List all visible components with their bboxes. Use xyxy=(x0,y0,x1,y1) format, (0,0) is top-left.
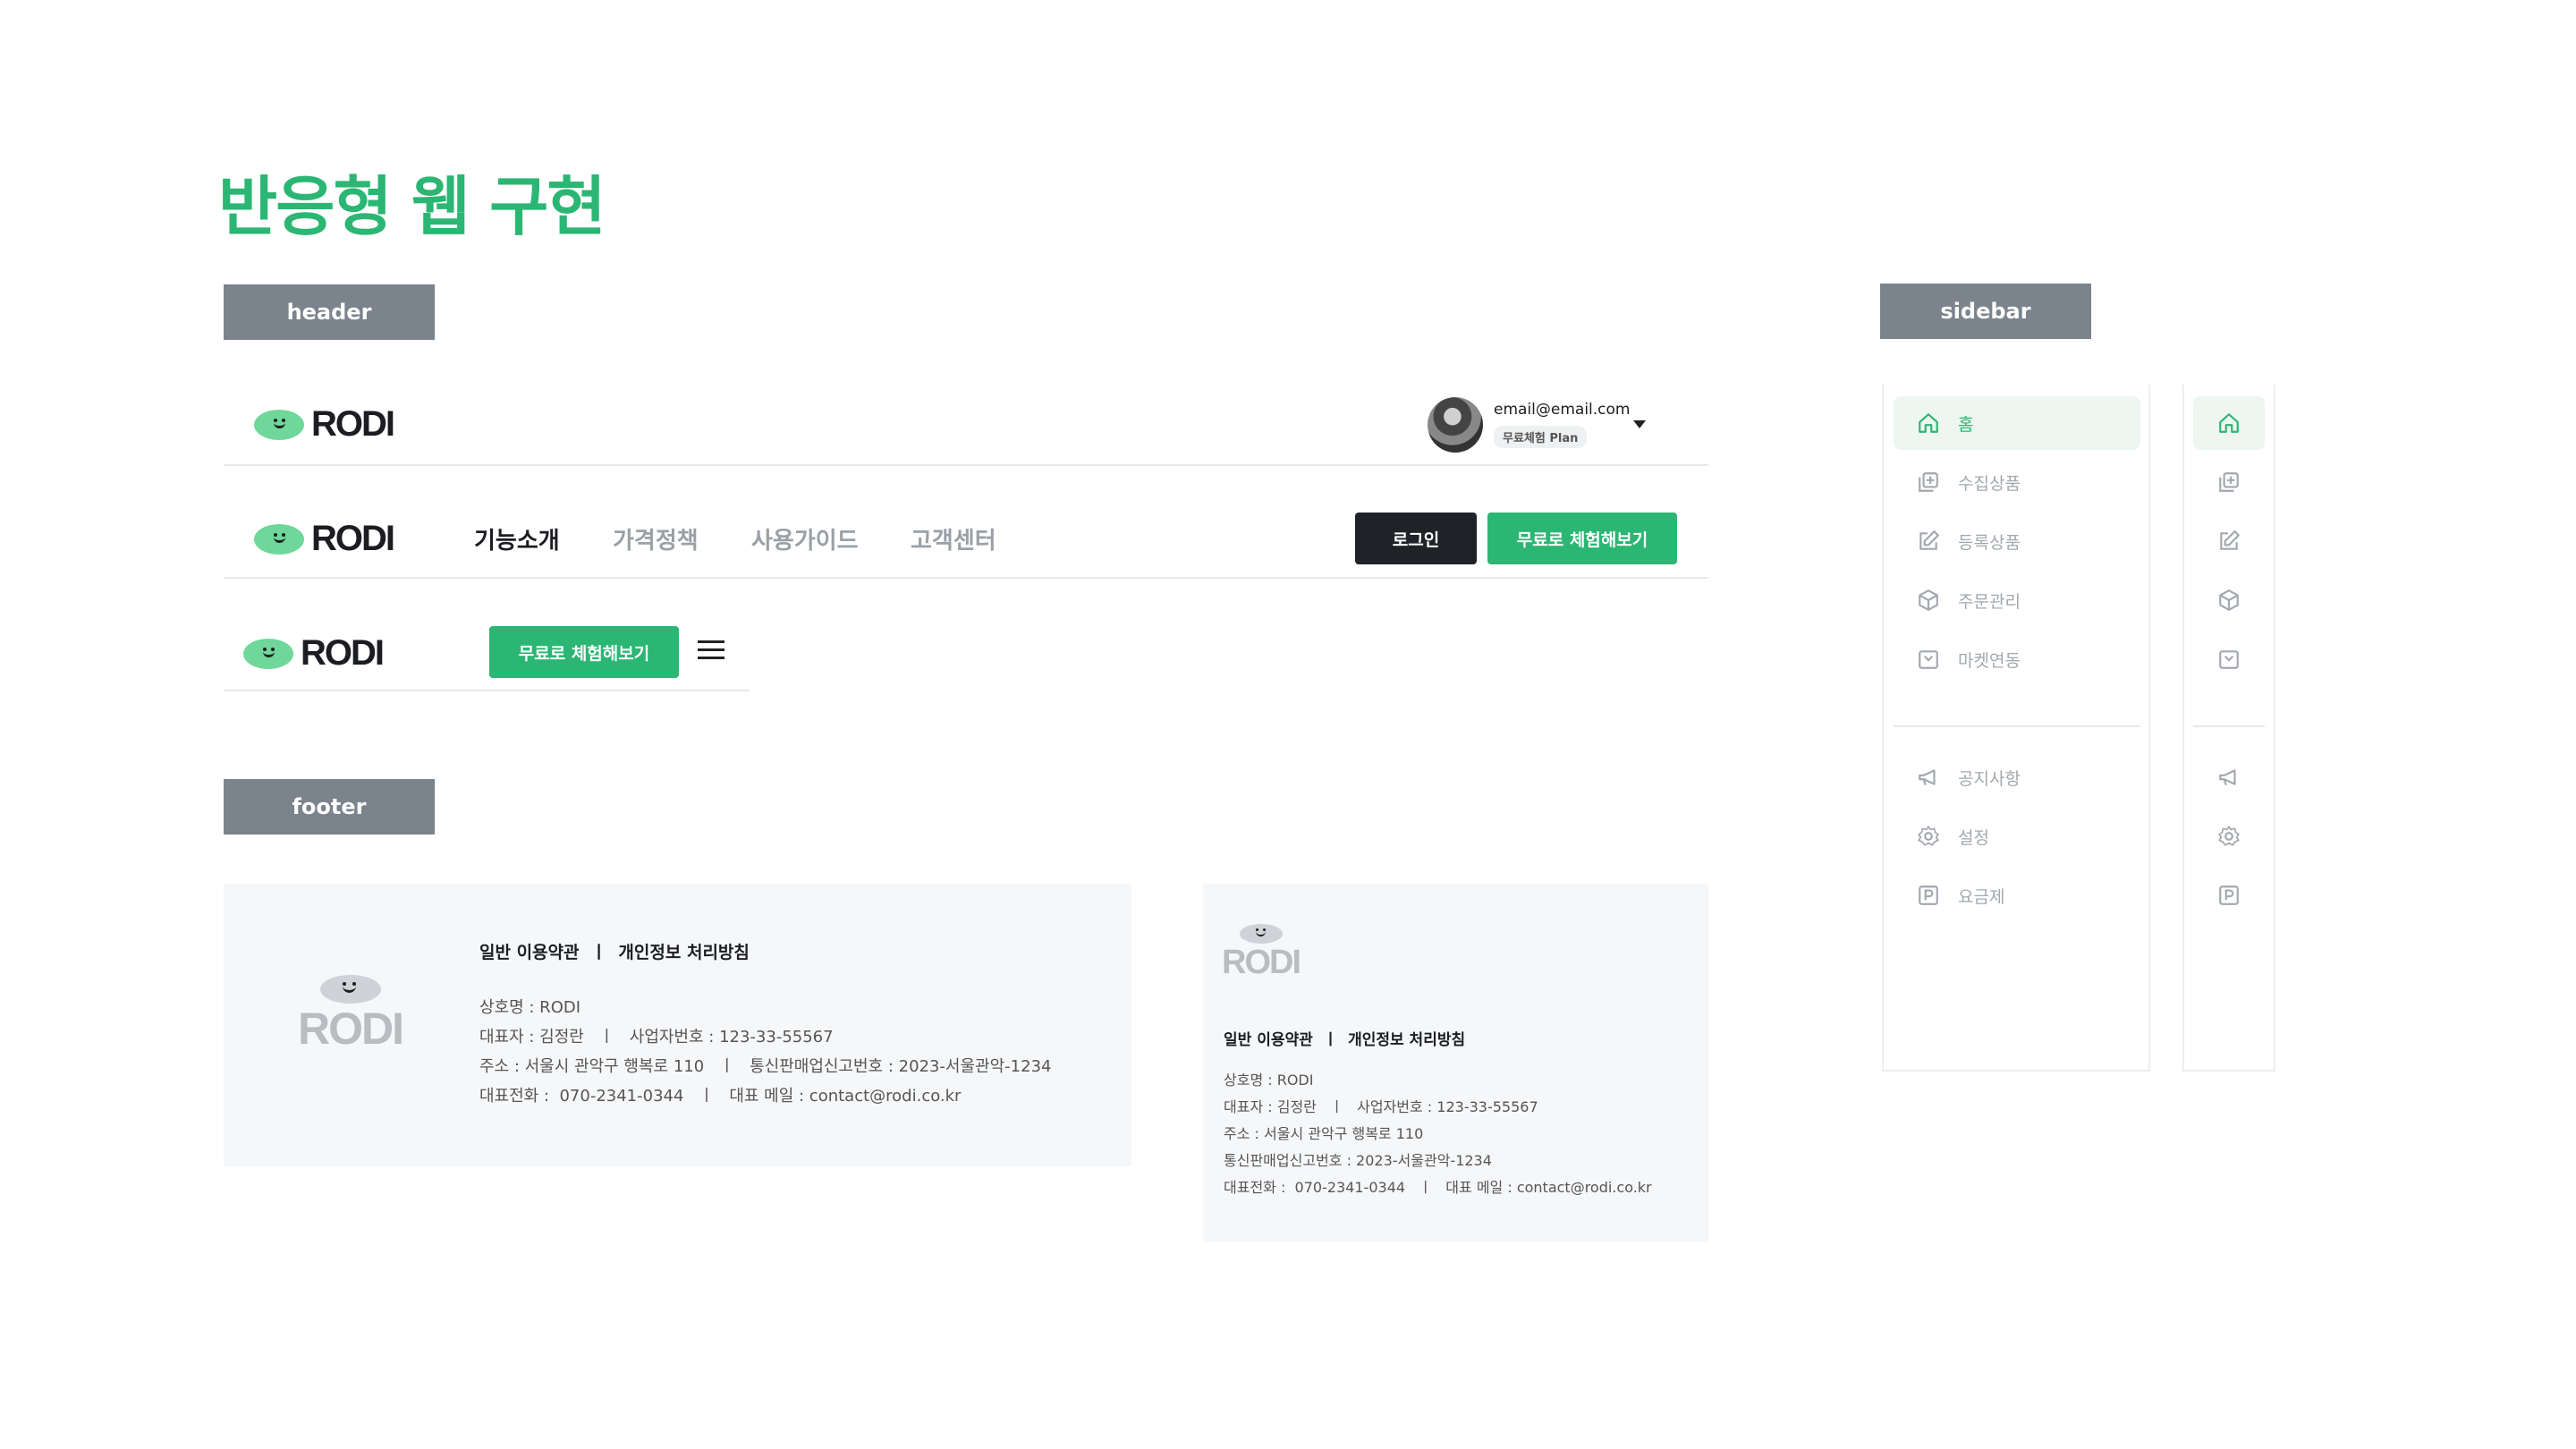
sidebar-item-label: 공지사항 xyxy=(1958,768,2021,789)
sidebar-icon-orders[interactable] xyxy=(2193,573,2265,627)
sidebar-icon-registered[interactable] xyxy=(2193,514,2265,568)
sidebar-item-label: 수집상품 xyxy=(1958,473,2021,494)
footer-line: 대표자 : 김정란 ㅣ 사업자번호 : 123-33-55567 xyxy=(479,1028,834,1046)
plan-icon xyxy=(1919,886,1938,905)
gear-icon xyxy=(2218,826,2240,846)
rodi-mascot-icon xyxy=(254,523,304,555)
home-icon xyxy=(1919,413,1938,433)
logo-text: RODI xyxy=(301,633,385,673)
user-info[interactable]: email@email.com 무료체험 Plan xyxy=(1494,401,1630,448)
market-icon xyxy=(1919,650,1938,669)
collect-icon xyxy=(2219,472,2239,492)
sidebar-icon-home[interactable] xyxy=(2193,396,2265,450)
sidebar-item-orders[interactable]: 주문관리 xyxy=(1894,573,2140,627)
footer-links[interactable]: 일반 이용약관 ㅣ 개인정보 처리방침 xyxy=(1224,1027,1465,1049)
logo-text: RODI xyxy=(298,1004,404,1054)
free-trial-button-mobile[interactable]: 무료로 체험해보기 xyxy=(489,626,679,678)
login-button[interactable]: 로그인 xyxy=(1355,513,1477,564)
nav-item-guide[interactable]: 사용가이드 xyxy=(751,522,859,555)
free-trial-button[interactable]: 무료로 체험해보기 xyxy=(1487,513,1677,564)
header-divider xyxy=(224,577,1708,579)
footer-section-label: footer xyxy=(224,779,435,835)
footer-logo: RODI xyxy=(298,975,404,1054)
box-icon xyxy=(1919,589,1938,611)
sidebar-item-label: 마켓연동 xyxy=(1958,650,2021,671)
sidebar-item-market[interactable]: 마켓연동 xyxy=(1894,632,2140,686)
plan-badge: 무료체험 Plan xyxy=(1494,426,1588,448)
sidebar-icon-collected[interactable] xyxy=(2193,455,2265,509)
rodi-logo[interactable]: RODI xyxy=(254,519,395,559)
sidebar-divider xyxy=(2193,725,2265,727)
chevron-down-icon[interactable] xyxy=(1633,420,1646,428)
sidebar-item-settings[interactable]: 설정 xyxy=(1894,809,2140,863)
footer-line: 주소 : 서울시 관악구 행복로 110 ㅣ 통신판매업신고번호 : 2023-… xyxy=(479,1057,1052,1076)
sidebar-menu: 홈 수집상품 등록상품 주문관리 마켓연동 공지사항 설정 요금제 xyxy=(1894,396,2140,922)
page-title: 반응형 웹 구현 xyxy=(218,169,606,244)
home-icon xyxy=(2219,413,2239,433)
footer-line: 대표전화 : 070-2341-0344 ㅣ 대표 메일 : contact@r… xyxy=(1224,1179,1652,1196)
logo-text: RODI xyxy=(311,404,395,444)
sidebar-collapsed-menu xyxy=(2193,396,2265,922)
nav-item-support[interactable]: 고객센터 xyxy=(911,522,996,555)
sidebar-item-label: 요금제 xyxy=(1958,886,2005,907)
footer-line: 주소 : 서울시 관악구 행복로 110 xyxy=(1224,1125,1424,1142)
sidebar-item-label: 설정 xyxy=(1958,827,1989,848)
footer-company-info: 상호명 : RODI 대표자 : 김정란 ㅣ 사업자번호 : 123-33-55… xyxy=(1224,1067,1652,1201)
footer-line: 상호명 : RODI xyxy=(479,998,581,1017)
gear-icon xyxy=(1918,826,1939,846)
edit-icon xyxy=(1919,530,1939,550)
avatar[interactable] xyxy=(1428,397,1483,453)
collect-icon xyxy=(1919,472,1938,492)
sidebar-divider xyxy=(1894,725,2140,727)
sidebar-icon-plan[interactable] xyxy=(2193,869,2265,922)
edit-icon xyxy=(2220,530,2240,550)
sidebar-item-home[interactable]: 홈 xyxy=(1894,396,2140,450)
rodi-mascot-icon xyxy=(243,638,293,669)
sidebar-item-collected[interactable]: 수집상품 xyxy=(1894,455,2140,509)
nav-item-pricing[interactable]: 가격정책 xyxy=(613,522,699,555)
rodi-mascot-icon xyxy=(319,975,381,1004)
nav-item-features[interactable]: 기능소개 xyxy=(474,522,560,555)
footer-line: 상호명 : RODI xyxy=(1224,1072,1314,1089)
sidebar-item-label: 홈 xyxy=(1958,414,1974,435)
user-email: email@email.com xyxy=(1494,401,1631,419)
footer-company-info: 상호명 : RODI 대표자 : 김정란 ㅣ 사업자번호 : 123-33-55… xyxy=(479,993,1051,1111)
rodi-mascot-icon xyxy=(1239,924,1283,944)
footer-line: 대표자 : 김정란 ㅣ 사업자번호 : 123-33-55567 xyxy=(1224,1098,1538,1115)
footer-line: 통신판매업신고번호 : 2023-서울관악-1234 xyxy=(1224,1152,1492,1169)
rodi-logo[interactable]: RODI xyxy=(254,404,395,445)
sidebar-item-label: 등록상품 xyxy=(1958,532,2021,553)
sidebar-icon-notice[interactable] xyxy=(2193,750,2265,804)
footer-links[interactable]: 일반 이용약관 ㅣ 개인정보 처리방침 xyxy=(479,939,750,963)
rodi-mascot-icon xyxy=(254,409,304,440)
market-icon xyxy=(2219,650,2239,669)
sidebar-item-label: 주문관리 xyxy=(1958,591,2021,612)
header-section-label: header xyxy=(224,284,435,340)
megaphone-icon xyxy=(2219,769,2236,786)
box-icon xyxy=(2219,589,2239,611)
header-divider xyxy=(224,690,750,691)
logo-text: RODI xyxy=(1222,944,1301,981)
sidebar-item-registered[interactable]: 등록상품 xyxy=(1894,514,2140,568)
megaphone-icon xyxy=(1919,769,1936,786)
plan-icon xyxy=(2219,886,2239,905)
rodi-logo[interactable]: RODI xyxy=(243,633,385,674)
hamburger-menu-icon[interactable] xyxy=(698,635,724,665)
sidebar-section-label: sidebar xyxy=(1880,284,2091,339)
footer-line: 대표전화 : 070-2341-0344 ㅣ 대표 메일 : contact@r… xyxy=(479,1087,962,1106)
sidebar-icon-settings[interactable] xyxy=(2193,809,2265,863)
logo-text: RODI xyxy=(311,519,395,558)
sidebar-item-plan[interactable]: 요금제 xyxy=(1894,869,2140,922)
footer-logo: RODI xyxy=(1222,924,1301,981)
sidebar-icon-market[interactable] xyxy=(2193,632,2265,686)
header-divider xyxy=(224,464,1708,466)
sidebar-item-notice[interactable]: 공지사항 xyxy=(1894,750,2140,804)
